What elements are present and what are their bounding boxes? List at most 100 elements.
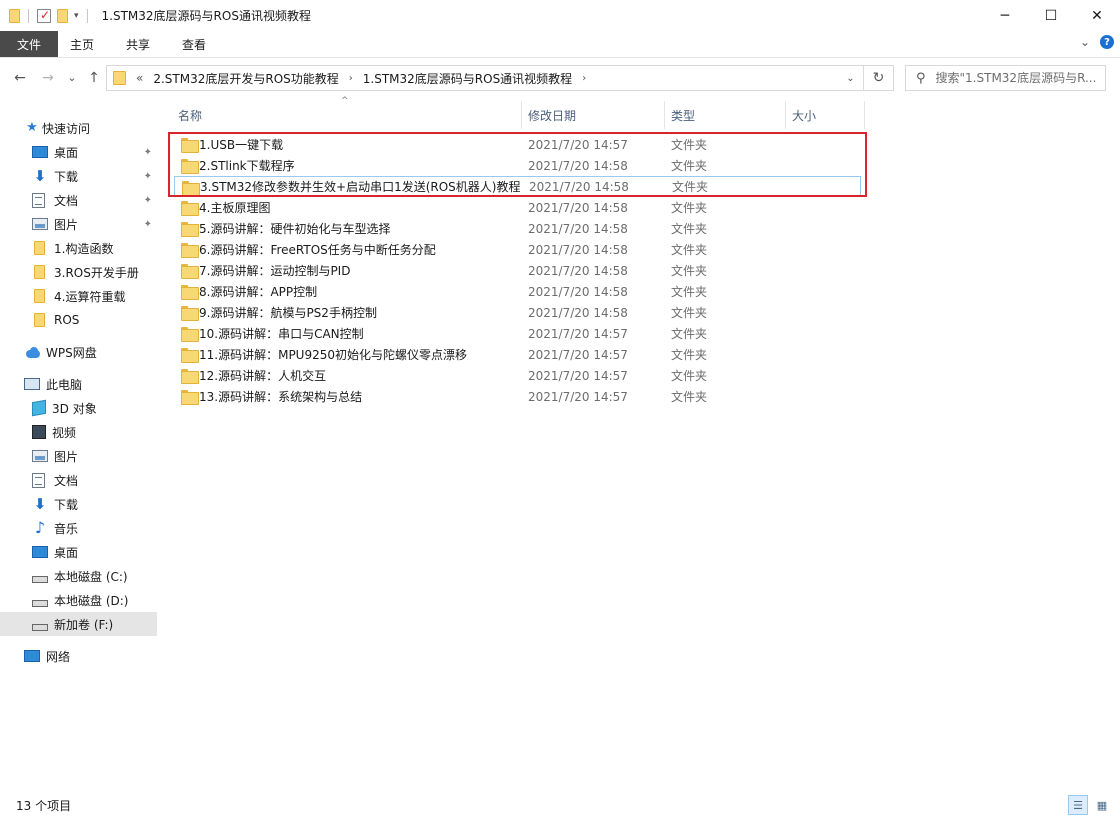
recent-locations-button[interactable]: ⌄ xyxy=(61,66,83,88)
video-icon xyxy=(32,425,46,439)
expand-ribbon-icon[interactable]: ⌄ xyxy=(1080,35,1090,49)
maximize-button[interactable]: ☐ xyxy=(1028,0,1074,31)
sidebar-item-recent-folder[interactable]: 3.ROS开发手册 xyxy=(34,260,156,284)
sidebar-item-label: 网络 xyxy=(46,649,71,664)
back-button[interactable]: ← xyxy=(9,67,31,89)
refresh-button[interactable]: ↻ xyxy=(863,66,893,90)
sidebar-item-label: 本地磁盘 (D:) xyxy=(54,593,129,608)
ribbon-right-controls: ⌄ ? xyxy=(1080,35,1114,49)
details-view-button[interactable]: ☰ xyxy=(1068,795,1088,815)
help-icon[interactable]: ? xyxy=(1100,35,1114,49)
large-icons-view-button[interactable]: ▦ xyxy=(1092,795,1112,815)
search-icon: ⚲ xyxy=(916,70,926,86)
sidebar-item-recent-folder[interactable]: 4.运算符重载 xyxy=(34,284,156,308)
file-row[interactable]: 11.源码讲解：MPU9250初始化与陀螺仪零点漂移 2021/7/20 14:… xyxy=(174,344,861,365)
file-row[interactable]: 8.源码讲解：APP控制 2021/7/20 14:58 文件夹 xyxy=(174,281,861,302)
file-row[interactable]: 9.源码讲解：航模与PS2手柄控制 2021/7/20 14:58 文件夹 xyxy=(174,302,861,323)
column-header-size[interactable]: 大小 xyxy=(792,101,862,129)
search-input[interactable] xyxy=(935,71,1096,85)
new-folder-icon[interactable] xyxy=(57,8,68,23)
file-type: 文件夹 xyxy=(671,369,708,383)
window-title: 1.STM32底层源码与ROS通讯视频教程 xyxy=(101,9,311,23)
file-type: 文件夹 xyxy=(671,243,708,257)
properties-check-icon[interactable]: ✓ xyxy=(37,8,51,23)
file-row[interactable]: 10.源码讲解：串口与CAN控制 2021/7/20 14:57 文件夹 xyxy=(174,323,861,344)
file-row[interactable]: 5.源码讲解：硬件初始化与车型选择 2021/7/20 14:58 文件夹 xyxy=(174,218,861,239)
column-header-name[interactable]: 名称 xyxy=(178,101,520,129)
sidebar-item-3d-objects[interactable]: 3D 对象 xyxy=(32,396,156,420)
pin-icon[interactable]: ✦ xyxy=(144,195,152,206)
sidebar-item-recent-folder[interactable]: ROS xyxy=(34,308,156,332)
tab-file[interactable]: 文件 xyxy=(0,31,58,57)
file-row[interactable]: 3.STM32修改参数并生效+启动串口1发送(ROS机器人)教程 2021/7/… xyxy=(174,176,861,197)
forward-button[interactable]: → xyxy=(37,67,59,89)
breadcrumb-separator[interactable]: › xyxy=(582,73,586,84)
folder-icon xyxy=(181,138,199,153)
file-name: 6.源码讲解：FreeRTOS任务与中断任务分配 xyxy=(199,243,436,257)
sidebar-item-recent-folder[interactable]: 1.构造函数 xyxy=(34,236,156,260)
file-row[interactable]: 1.USB一键下载 2021/7/20 14:57 文件夹 xyxy=(174,134,861,155)
computer-icon xyxy=(24,378,40,390)
file-row[interactable]: 2.STlink下载程序 2021/7/20 14:58 文件夹 xyxy=(174,155,861,176)
close-button[interactable]: ✕ xyxy=(1074,0,1120,31)
folder-icon xyxy=(182,181,200,196)
column-divider[interactable] xyxy=(664,101,665,129)
sidebar-item-downloads[interactable]: ⬇ 下载 ✦ xyxy=(32,164,156,188)
sidebar-item-music[interactable]: ♪ 音乐 xyxy=(32,516,156,540)
sidebar-item-label: 快速访问 xyxy=(42,121,91,136)
sidebar-item-pictures-pc[interactable]: 图片 xyxy=(32,444,156,468)
sidebar-item-desktop[interactable]: 桌面 ✦ xyxy=(32,140,156,164)
column-divider[interactable] xyxy=(864,101,865,129)
sidebar-item-network[interactable]: 网络 xyxy=(24,644,156,668)
file-row[interactable]: 12.源码讲解：人机交互 2021/7/20 14:57 文件夹 xyxy=(174,365,861,386)
file-date: 2021/7/20 14:58 xyxy=(528,263,628,278)
up-button[interactable]: ↑ xyxy=(83,67,105,89)
breadcrumb-item[interactable]: 1.STM32底层源码与ROS通讯视频教程 xyxy=(363,70,572,87)
column-divider[interactable] xyxy=(785,101,786,129)
file-date: 2021/7/20 14:58 xyxy=(528,200,628,215)
file-row[interactable]: 4.主板原理图 2021/7/20 14:58 文件夹 xyxy=(174,197,861,218)
folder-icon xyxy=(34,241,45,255)
breadcrumb-separator[interactable]: › xyxy=(349,73,353,84)
sidebar-item-quick-access[interactable]: ★ 快速访问 xyxy=(24,116,154,140)
column-header-type[interactable]: 类型 xyxy=(671,101,785,129)
drive-icon xyxy=(32,623,48,631)
file-row[interactable]: 13.源码讲解：系统架构与总结 2021/7/20 14:57 文件夹 xyxy=(174,386,861,407)
file-row[interactable]: 6.源码讲解：FreeRTOS任务与中断任务分配 2021/7/20 14:58… xyxy=(174,239,861,260)
customize-toolbar-icon[interactable]: ▾ xyxy=(74,11,79,21)
file-row[interactable]: 7.源码讲解：运动控制与PID 2021/7/20 14:58 文件夹 xyxy=(174,260,861,281)
cube-icon xyxy=(32,399,46,417)
pin-icon[interactable]: ✦ xyxy=(144,147,152,158)
tab-share[interactable]: 共享 xyxy=(110,31,166,57)
pin-icon[interactable]: ✦ xyxy=(144,219,152,230)
breadcrumb-overflow[interactable]: « xyxy=(136,71,143,85)
sidebar-item-videos[interactable]: 视频 xyxy=(32,420,156,444)
sidebar-item-this-pc[interactable]: 此电脑 xyxy=(24,372,156,396)
folder-icon xyxy=(181,390,199,405)
search-box[interactable]: ⚲ xyxy=(905,65,1106,91)
sidebar-item-drive-c[interactable]: 本地磁盘 (C:) xyxy=(32,564,156,588)
item-count: 13 个项目 xyxy=(16,798,72,813)
tab-view[interactable]: 查看 xyxy=(166,31,222,57)
sidebar-item-drive-f[interactable]: 新加卷 (F:) xyxy=(0,612,157,636)
column-divider[interactable] xyxy=(521,101,522,129)
picture-icon xyxy=(32,450,48,462)
sidebar-item-desktop-pc[interactable]: 桌面 xyxy=(32,540,156,564)
pin-icon[interactable]: ✦ xyxy=(144,171,152,182)
folder-icon xyxy=(181,201,199,216)
sidebar-item-downloads-pc[interactable]: ⬇ 下载 xyxy=(32,492,156,516)
sidebar-item-documents-pc[interactable]: 文档 xyxy=(32,468,156,492)
address-bar[interactable]: « 2.STM32底层开发与ROS功能教程 › 1.STM32底层源码与ROS通… xyxy=(106,65,894,91)
address-dropdown-button[interactable]: ⌄ xyxy=(837,66,863,90)
sidebar-item-pictures[interactable]: 图片 ✦ xyxy=(32,212,156,236)
sidebar-item-documents[interactable]: 文档 ✦ xyxy=(32,188,156,212)
sidebar-item-label: 音乐 xyxy=(54,521,79,536)
tab-home[interactable]: 主页 xyxy=(58,31,110,57)
minimize-button[interactable]: ─ xyxy=(982,0,1028,31)
sidebar-item-label: 本地磁盘 (C:) xyxy=(54,569,128,584)
sidebar-item-label: 文档 xyxy=(54,193,79,208)
breadcrumb-item[interactable]: 2.STM32底层开发与ROS功能教程 xyxy=(153,70,338,87)
sidebar-item-drive-d[interactable]: 本地磁盘 (D:) xyxy=(32,588,156,612)
sidebar-item-wps-cloud[interactable]: WPS网盘 xyxy=(24,340,156,364)
column-header-date[interactable]: 修改日期 xyxy=(528,101,664,129)
